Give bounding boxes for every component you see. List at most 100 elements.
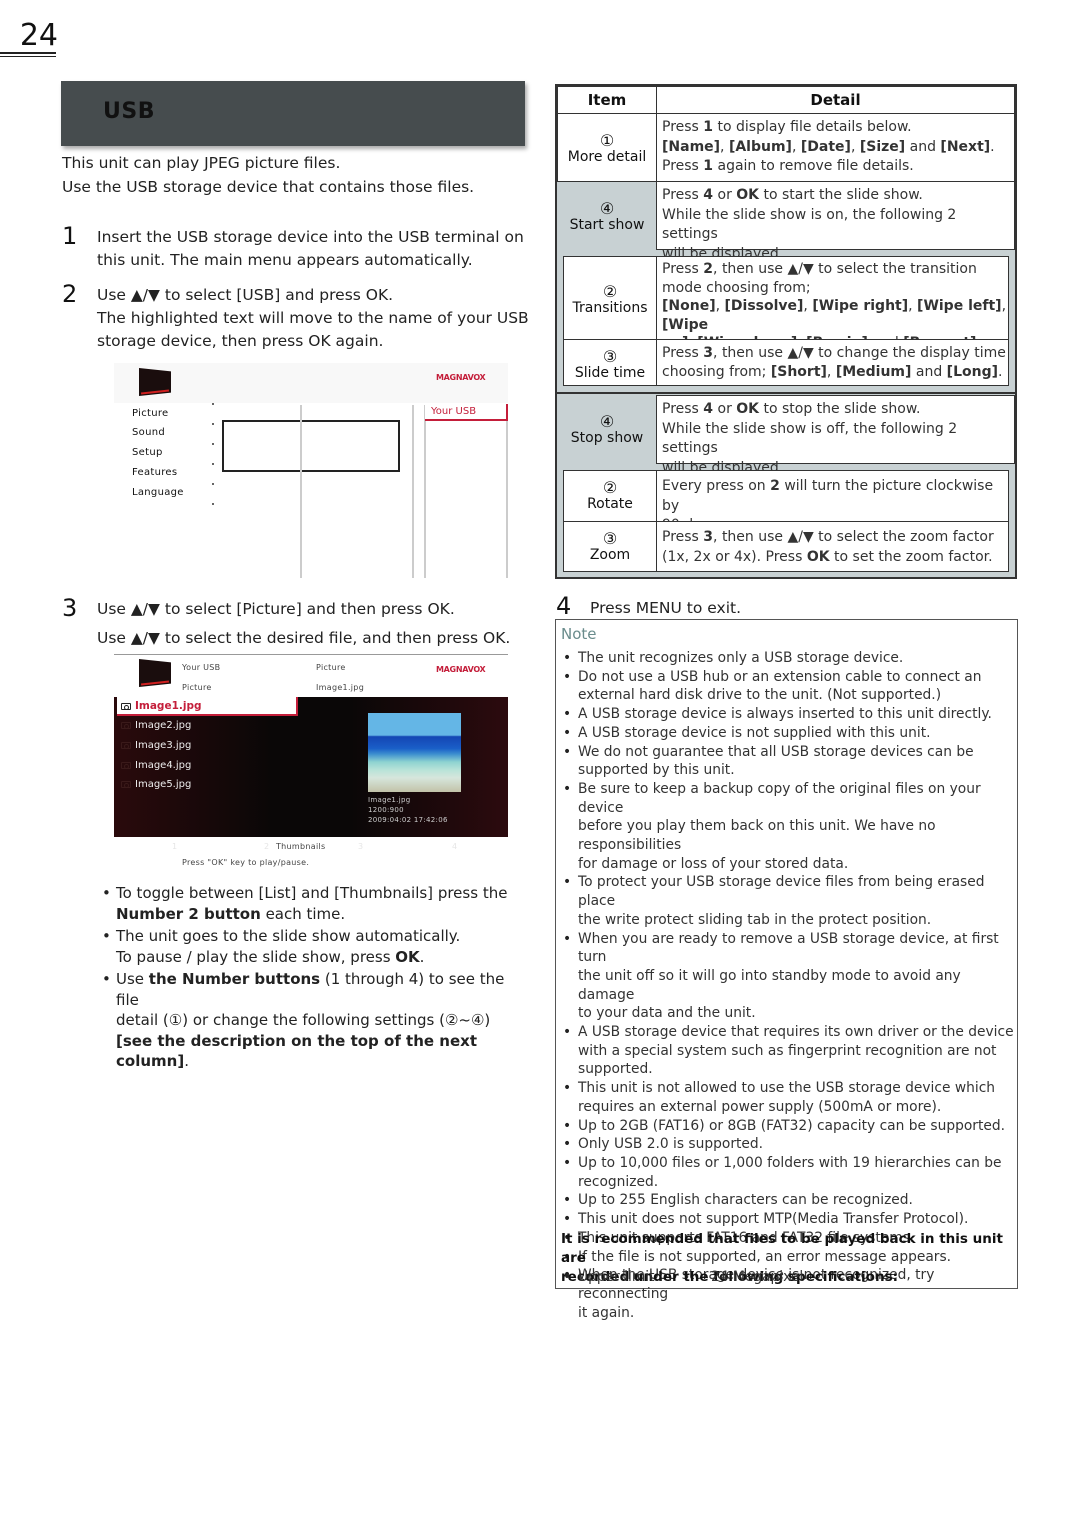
text: [List] [258,884,297,902]
text-bold: OK [395,947,420,966]
note-item: The unit recognizes only a USB storage d… [556,649,1017,668]
text-bold: [Picture] [236,600,302,618]
table-row-detail: Every press on 2 will turn the picture c… [656,470,1009,533]
circled-number: ③ [602,347,618,366]
detail-line: Press 1 again to remove file details. [662,158,914,174]
tv-main-menu-screenshot: MAGNAVOX Picture Sound Setup Features La… [114,363,508,578]
footer-hint: Press "OK" key to play/pause. [182,858,310,867]
menu-item-features[interactable]: Features [132,467,177,478]
divider-dot [212,443,214,445]
text: press [433,884,483,902]
file-item[interactable]: Image3.jpg [121,740,191,751]
text-bold: the Number buttons [148,970,321,988]
detail-line: While the slide show is off, the followi… [662,420,958,457]
menu-item-picture[interactable]: Picture [132,408,169,419]
note-item: Do not use a USB hub or an extension cab… [556,668,1017,705]
camera-icon [121,702,131,710]
circled-number: ④ [599,412,615,431]
menu-item-setup[interactable]: Setup [132,447,163,458]
breadcrumb-mode: Picture [316,663,346,672]
footer-key-3: 3 [358,842,364,851]
menu-item-sound[interactable]: Sound [132,427,165,438]
detail-line: [None], [Dissolve], [Wipe right], [Wipe … [662,298,1007,333]
brand-logo: MAGNAVOX [436,665,486,674]
intro-line-1: This unit can play JPEG picture files. [62,154,341,172]
breadcrumb-source: Your USB [182,663,221,672]
bullet-toggle: To toggle between [List] and [Thumbnails… [100,883,520,924]
text-bold: [USB] [236,286,281,304]
text-bold: MENU [635,599,682,617]
text: [Thumbnails] [334,884,434,902]
camera-icon [121,761,131,769]
spec-label: Upper limit : [578,1269,664,1285]
text: and press [280,286,366,304]
divider-dot [212,423,214,425]
detail-line: Press 1 to display file details below. [662,119,912,135]
divider-dot [212,403,214,405]
tv-logo-icon [139,368,171,396]
file-item-selected[interactable]: Image1.jpg [117,697,298,716]
page-number-rule [0,52,56,54]
text: . [184,1052,189,1070]
step-3-line-2: Use ▲/▼ to select the desired file, and … [97,627,510,650]
menu-item-language[interactable]: Language [132,487,184,498]
table-row-item: ① More detail [557,113,657,182]
footer-key-1: 1 [172,842,178,851]
selection-box [222,420,400,472]
table-row-detail: Press 4 or OK to start the slide show. Wh… [656,181,1015,262]
divider-dot [212,483,214,485]
detail-line: mode choosing from; [662,279,811,296]
text: . [419,947,425,966]
footer-key-2: 2 [264,842,270,851]
text: again. [330,332,384,350]
file-browser-panel: Image1.jpg Image2.jpg Image3.jpg Image4.… [114,697,508,837]
text-bold: Number 2 button [116,904,261,923]
note-item: This unit does not support MTP(Media Tra… [556,1210,1017,1229]
text: each time. [260,904,346,923]
step-3-line-1: Use ▲/▼ to select [Picture] and then pre… [97,598,455,621]
file-name: Image2.jpg [135,720,192,731]
file-name: Image4.jpg [135,760,192,771]
detail-line: Press 4 or OK to stop the slide show. [662,401,921,417]
panel-divider [412,405,414,578]
text-bold: OK [365,286,389,304]
section-title: USB [103,99,155,124]
text-bold: OK [308,332,331,350]
panel-divider [424,405,426,578]
table-row-item: ② Transitions [563,256,657,340]
footer-view-mode: Thumbnails [276,842,326,851]
item-name: More detail [567,149,647,165]
text: . [449,600,455,618]
detail-line: Press 2, then use ▲/▼ to select the tran… [662,261,977,277]
step-2-line-3: storage device, then press OK again. [97,330,383,353]
file-item[interactable]: Image2.jpg [121,720,191,731]
note-item: Up to 2GB (FAT16) or 8GB (FAT32) capacit… [556,1117,1017,1136]
spec-item: Upper limit : 24 Megapixel [556,1268,1017,1287]
breadcrumb-file: Image1.jpg [316,683,365,692]
text-bold: OK [427,600,450,618]
file-name: Image5.jpg [135,779,192,790]
table-header-detail: Detail [656,86,1015,114]
screen-header [114,363,508,403]
table-row-detail: Press 3, then use ▲/▼ to select the zoom… [656,521,1009,572]
spec-list: Upper limit : 24 Megapixel [556,1268,1017,1287]
item-name: Rotate [587,496,633,512]
camera-icon [121,780,131,788]
thumb-filename: Image1.jpg [368,796,411,804]
text: the [482,884,508,902]
file-item[interactable]: Image4.jpg [121,760,191,771]
note-item: Only USB 2.0 is supported. [556,1135,1017,1154]
source-your-usb[interactable]: Your USB [425,404,508,421]
step-1-line-1: Insert the USB storage device into the U… [97,228,524,246]
section-title-bar: USB [61,81,525,146]
text: detail (①) or change the following setti… [116,1011,491,1029]
note-item: Up to 255 English characters can be reco… [556,1191,1017,1210]
table-row-detail: Press 2, then use ▲/▼ to select the tran… [656,256,1009,351]
table-row-detail: Press 3, then use ▲/▼ to change the disp… [656,339,1009,386]
text: To pause / play the slide show, press [116,947,396,966]
usage-bullets: To toggle between [List] and [Thumbnails… [100,883,520,1072]
text: . [388,286,394,304]
table-row-detail: Press 4 or OK to stop the slide show. Whi… [656,395,1015,476]
circled-number: ② [602,282,618,301]
file-item[interactable]: Image5.jpg [121,779,191,790]
